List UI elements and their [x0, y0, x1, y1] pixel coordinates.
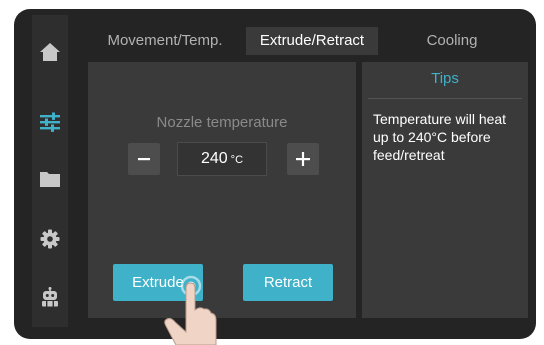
sliders-icon [40, 112, 60, 132]
temperature-value: 240 [200, 150, 228, 167]
tips-divider [368, 98, 522, 99]
tab-cooling[interactable]: Cooling [388, 27, 516, 55]
tab-movement-temp[interactable]: Movement/Temp. [92, 27, 238, 55]
printer-screen: Movement/Temp. Extrude/Retract Cooling N… [14, 9, 536, 339]
nozzle-temperature-label: Nozzle temperature [156, 114, 288, 131]
sidebar-item-controls[interactable] [32, 104, 68, 140]
tab-extrude-retract[interactable]: Extrude/Retract [246, 27, 378, 55]
tap-hand-icon [164, 275, 217, 345]
gear-icon [40, 229, 60, 249]
sidebar-item-assistant[interactable] [32, 279, 68, 315]
retract-button[interactable]: Retract [243, 264, 333, 301]
sidebar [32, 15, 68, 327]
sidebar-item-files[interactable] [32, 161, 68, 197]
temperature-increase-button[interactable] [287, 143, 319, 175]
sidebar-item-home[interactable] [32, 34, 68, 70]
tips-panel: Tips Temperature will heat up to 240°C b… [362, 62, 528, 318]
temperature-field[interactable]: 240 °C [177, 142, 267, 176]
temperature-decrease-button[interactable] [128, 143, 160, 175]
tips-text: Temperature will heat up to 240°C before… [373, 111, 507, 163]
tab-bar: Movement/Temp. Extrude/Retract Cooling [88, 27, 528, 55]
minus-icon [138, 158, 150, 161]
tips-title: Tips [431, 70, 459, 87]
sidebar-item-settings[interactable] [32, 221, 68, 257]
extrude-panel: Nozzle temperature 240 °C Extrude Retract [88, 62, 356, 318]
robot-icon [42, 287, 58, 307]
folder-icon [40, 172, 60, 187]
home-icon [40, 43, 60, 61]
temperature-unit: °C [230, 154, 244, 166]
plus-icon [296, 152, 310, 166]
